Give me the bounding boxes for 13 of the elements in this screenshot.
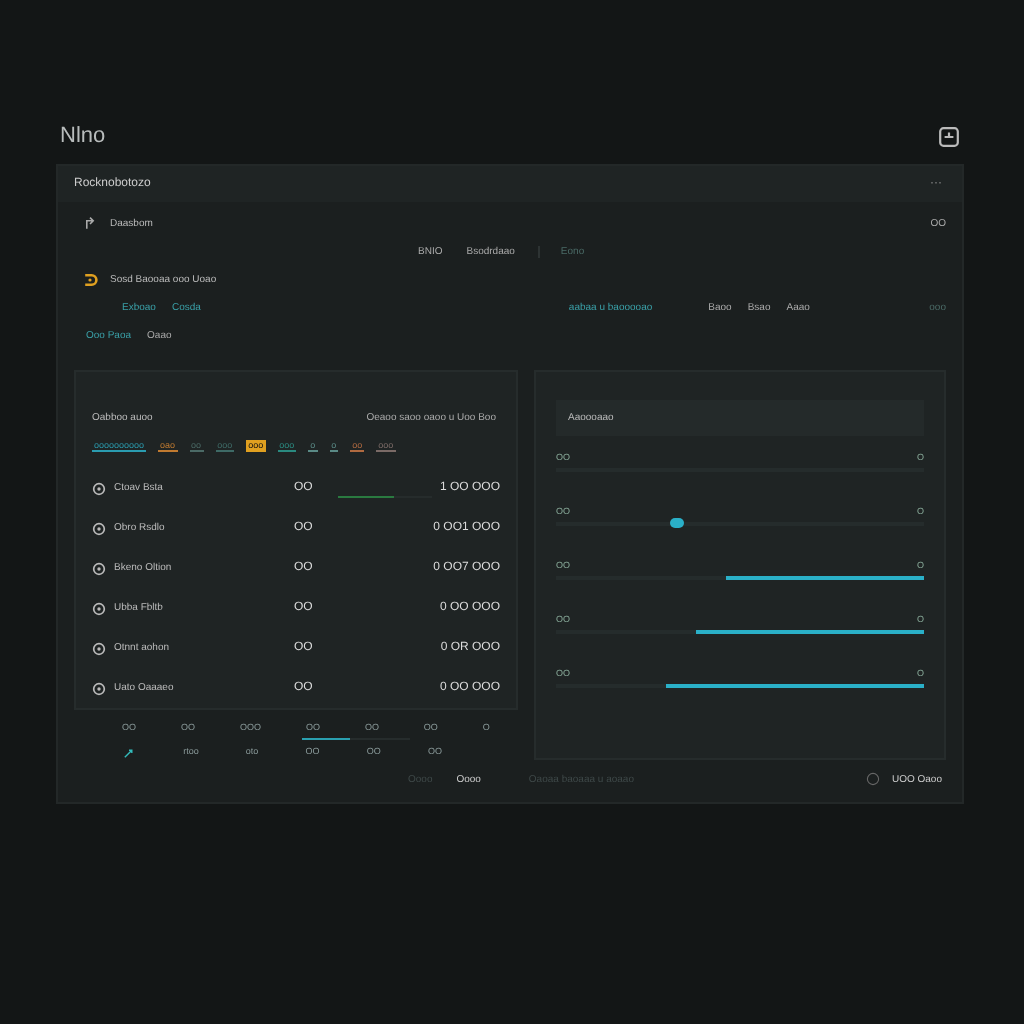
return-arrow-icon — [82, 216, 98, 232]
circle-icon — [865, 772, 880, 786]
circle-icon — [92, 481, 106, 495]
circle-icon — [92, 681, 106, 695]
circle-icon — [92, 521, 106, 535]
bracket-icon — [82, 272, 98, 288]
arrow-icon — [122, 746, 136, 760]
slider-thumb[interactable] — [669, 518, 684, 528]
app-title: Nlno — [60, 124, 106, 148]
circle-icon — [92, 641, 106, 655]
circle-icon — [92, 561, 106, 575]
circle-icon — [92, 601, 106, 615]
export-icon — [938, 125, 960, 147]
